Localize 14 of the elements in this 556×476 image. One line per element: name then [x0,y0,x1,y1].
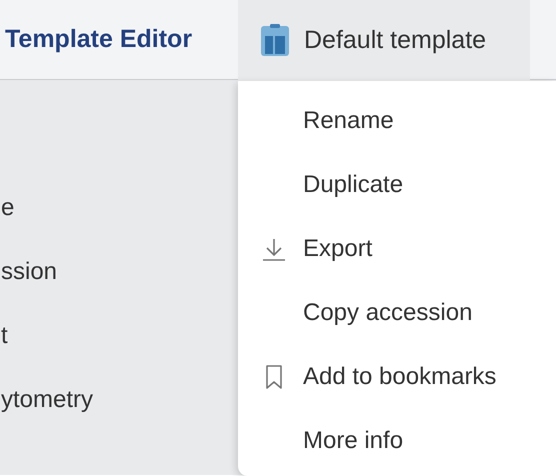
menu-item[interactable]: Export [238,217,556,281]
sidebar-item[interactable]: e [1,194,14,258]
download-icon [262,237,286,261]
menu-item[interactable]: Rename [238,89,556,153]
menu-item[interactable]: More info [238,409,556,473]
template-tab[interactable]: Default template [238,0,530,80]
menu-item[interactable]: Copy accession [238,281,556,345]
menu-item[interactable]: Add to bookmarks [238,345,556,409]
template-icon [260,24,290,56]
app-title: Template Editor [4,25,194,54]
sidebar-item[interactable]: ssion [1,258,58,322]
sidebar-item[interactable]: t [1,322,8,386]
menu-item[interactable]: Duplicate [238,153,556,217]
sidebar-item[interactable]: ytometry [1,386,94,450]
